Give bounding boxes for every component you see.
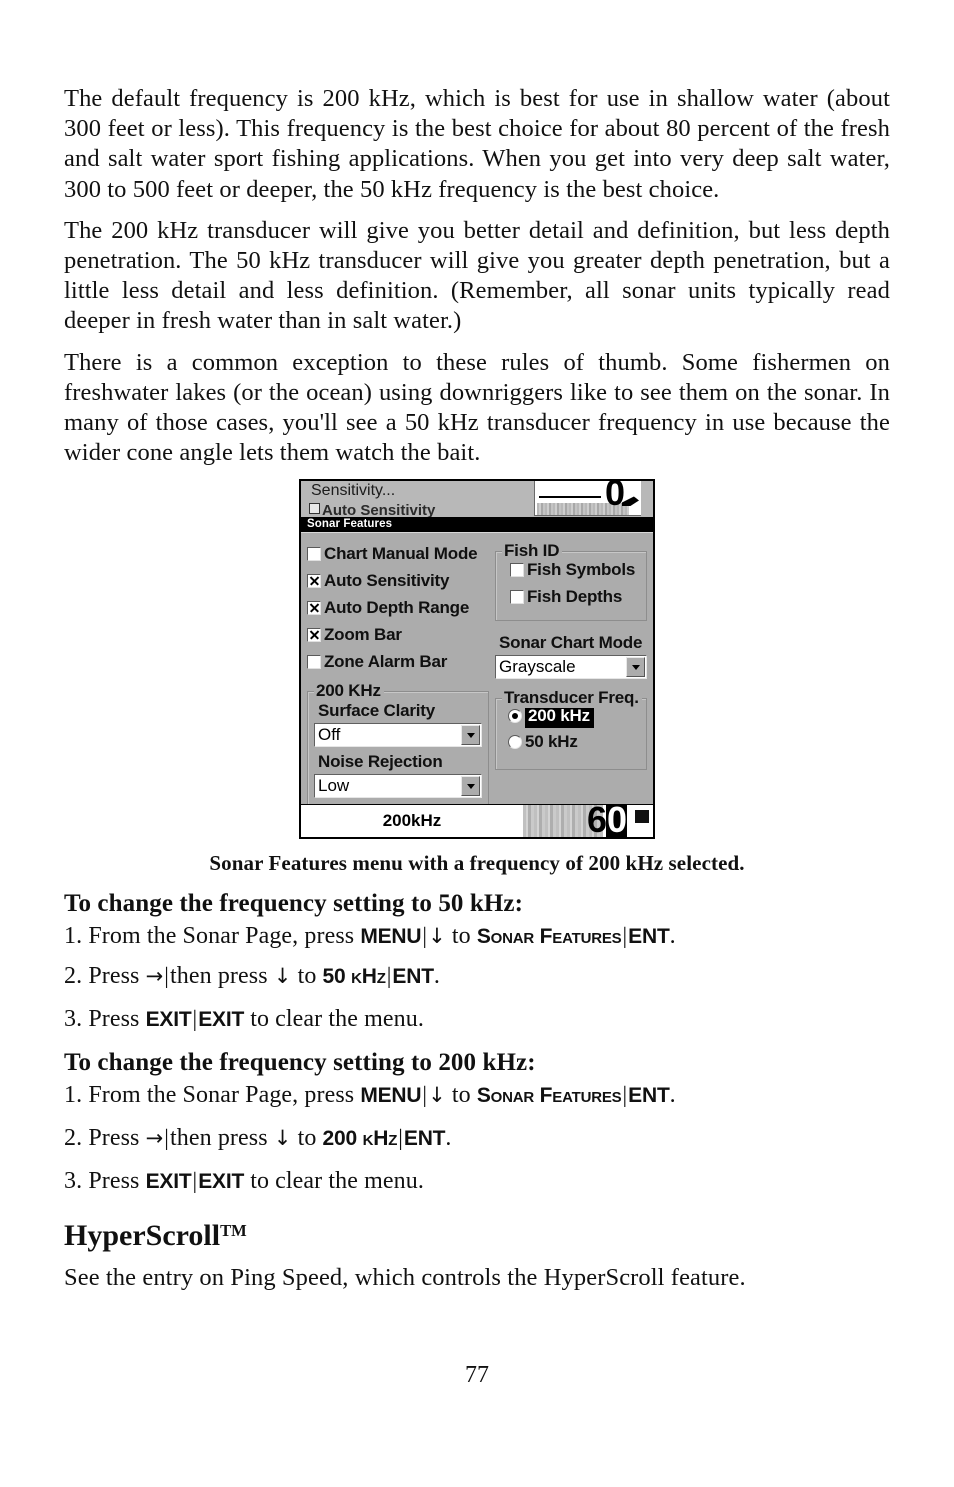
sonar-features-dialog: Chart Manual Mode Auto Sensitivity Auto …: [301, 532, 653, 807]
checkbox-row-fish-depths[interactable]: Fish Depths: [510, 583, 640, 610]
dialog-title-bar: Sonar Features: [301, 517, 653, 533]
key-sonar-features: Sonar Features: [476, 925, 622, 949]
arrow-right-icon: →: [145, 1126, 164, 1151]
dropdown-value: Off: [318, 725, 341, 745]
dropdown-surface-clarity[interactable]: Off: [314, 723, 482, 748]
key-menu: MENU: [360, 1084, 422, 1108]
checkbox-row-chart-manual-mode[interactable]: Chart Manual Mode: [307, 540, 489, 567]
key-ent: ENT: [628, 1084, 670, 1108]
group-title-200khz: 200 KHz: [314, 681, 384, 702]
dialog-left-column: Chart Manual Mode Auto Sensitivity Auto …: [307, 540, 489, 807]
checkbox-label: Zone Alarm Bar: [324, 651, 448, 671]
dropdown-value: Low: [318, 776, 350, 796]
key-ent: ENT: [403, 1127, 446, 1151]
background-menu-item-auto-sensitivity: Auto Sensitivity: [309, 502, 435, 517]
checkbox-checked-icon[interactable]: [307, 573, 321, 588]
sonar-status-bar: 200kHz 60: [301, 804, 653, 838]
readout-rule: [539, 496, 601, 499]
arrow-right-icon: →: [145, 964, 164, 989]
group-title-transducer-freq: Transducer Freq.: [502, 688, 642, 709]
radio-selected-icon[interactable]: [508, 709, 522, 724]
label-sonar-chart-mode: Sonar Chart Mode: [499, 633, 643, 653]
chevron-down-icon[interactable]: [626, 657, 645, 678]
dropdown-sonar-chart-mode[interactable]: Grayscale: [495, 655, 647, 680]
key-sonar-features: Sonar Features: [476, 1084, 622, 1108]
group-200khz: 200 KHz Surface Clarity Off Noise Reject…: [307, 681, 489, 807]
dropdown-noise-rejection[interactable]: Low: [314, 774, 482, 799]
checkbox-checked-icon[interactable]: [307, 600, 321, 615]
figure-caption: Sonar Features menu with a frequency of …: [209, 851, 745, 876]
heading-change-to-200khz: To change the frequency setting to 200 k…: [64, 1049, 536, 1077]
background-depth-value: 0: [604, 481, 625, 514]
key-exit: EXIT: [145, 1170, 192, 1194]
page-number: 77: [465, 1362, 489, 1388]
status-depth-value: 60: [587, 805, 627, 838]
key-ent: ENT: [628, 925, 670, 949]
checkbox-label: Zoom Bar: [324, 624, 402, 644]
checkbox-icon: [309, 503, 320, 515]
group-fish-id: Fish ID Fish Symbols Fish Depths: [495, 541, 647, 622]
step-50khz-3: 3. Press EXIT|EXIT to clear the menu.: [64, 1006, 424, 1033]
checkbox-row-auto-sensitivity[interactable]: Auto Sensitivity: [307, 567, 489, 594]
label-surface-clarity: Surface Clarity: [318, 701, 435, 721]
label-noise-rejection: Noise Rejection: [318, 752, 443, 772]
group-transducer-freq: Transducer Freq. 200 kHz 50 kHz: [495, 688, 647, 771]
dropdown-value: Grayscale: [499, 657, 576, 677]
radio-label: 50 kHz: [525, 732, 578, 752]
step-50khz-1: 1. From the Sonar Page, press MENU|↓ to …: [64, 923, 676, 950]
heading-change-to-50khz: To change the frequency setting to 50 kH…: [64, 890, 524, 918]
paragraph-3: There is a common exception to these rul…: [64, 348, 890, 467]
checkbox-row-zoom-bar[interactable]: Zoom Bar: [307, 621, 489, 648]
key-200khz: 200 kHz: [322, 1127, 398, 1151]
step-200khz-1: 1. From the Sonar Page, press MENU|↓ to …: [64, 1082, 676, 1109]
status-marker-icon: [635, 810, 649, 824]
checkbox-label: Fish Depths: [527, 586, 623, 606]
paragraph-1: The default frequency is 200 kHz, which …: [64, 85, 890, 203]
checkbox-label: Chart Manual Mode: [324, 543, 478, 563]
radio-row-50khz[interactable]: 50 kHz: [508, 729, 640, 755]
status-frequency: 200kHz: [301, 805, 523, 838]
checkbox-checked-icon[interactable]: [307, 627, 321, 642]
key-menu: MENU: [360, 925, 422, 949]
key-ent: ENT: [392, 965, 434, 989]
step-200khz-3: 3. Press EXIT|EXIT to clear the menu.: [64, 1168, 424, 1195]
checkbox-label: Auto Depth Range: [324, 597, 470, 617]
figure-sonar-features: Sensitivity... Auto Sensitivity 0 Sonar …: [64, 479, 890, 840]
page-content: The default frequency is 200 kHz, which …: [64, 84, 890, 1293]
document-page: The default frequency is 200 kHz, which …: [0, 0, 954, 1487]
checkbox-icon[interactable]: [307, 546, 321, 561]
arrow-down-icon: ↓: [273, 964, 292, 989]
group-title-fish-id: Fish ID: [502, 541, 563, 562]
key-exit: EXIT: [198, 1170, 245, 1194]
arrow-down-icon: ↓: [273, 1126, 292, 1151]
checkbox-icon[interactable]: [307, 654, 321, 669]
key-exit: EXIT: [145, 1008, 192, 1032]
arrow-down-icon: ↓: [428, 1083, 446, 1108]
hyperscroll-body: See the entry on Ping Speed, which contr…: [64, 1264, 746, 1292]
sonar-device-screenshot: Sensitivity... Auto Sensitivity 0 Sonar …: [299, 479, 655, 840]
checkbox-row-zone-alarm-bar[interactable]: Zone Alarm Bar: [307, 648, 489, 675]
background-menu-item-sensitivity: Sensitivity...: [311, 482, 396, 500]
chevron-down-icon[interactable]: [461, 776, 480, 797]
dialog-right-column: Fish ID Fish Symbols Fish Depths Sonar C…: [489, 540, 647, 801]
background-menu-strip: Sensitivity... Auto Sensitivity 0: [301, 481, 653, 518]
key-exit: EXIT: [198, 1008, 245, 1032]
checkbox-row-auto-depth-range[interactable]: Auto Depth Range: [307, 594, 489, 621]
step-200khz-2: 2. Press →|then press ↓ to 200 kHz|ENT.: [64, 1125, 452, 1152]
heading-hyperscroll: HyperScrollTM: [64, 1219, 890, 1253]
checkbox-label: Fish Symbols: [527, 559, 636, 579]
arrow-down-icon: ↓: [428, 924, 446, 949]
radio-icon[interactable]: [508, 735, 522, 750]
heading-hyperscroll-text: HyperScroll: [64, 1219, 221, 1253]
checkbox-icon[interactable]: [510, 589, 524, 604]
background-depth-readout-box: 0: [534, 481, 641, 517]
paragraph-2: The 200 kHz transducer will give you bet…: [64, 216, 890, 335]
checkbox-label: Auto Sensitivity: [324, 570, 450, 590]
step-50khz-2: 2. Press →|then press ↓ to 50 kHz|ENT.: [64, 963, 440, 990]
key-50khz: 50 kHz: [322, 965, 386, 989]
trademark-mark: TM: [220, 1221, 247, 1241]
checkbox-icon[interactable]: [510, 562, 524, 577]
chevron-down-icon[interactable]: [461, 725, 480, 746]
